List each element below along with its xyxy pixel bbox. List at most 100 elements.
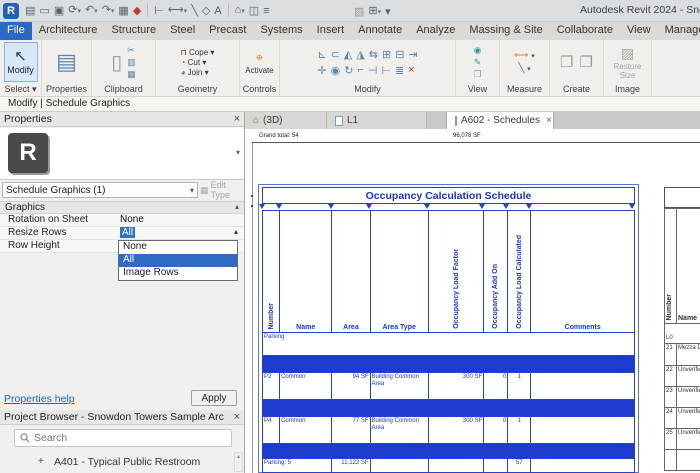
column-grip[interactable] (479, 204, 485, 209)
panel-label-select[interactable]: Select ▾ (0, 84, 41, 96)
view-tab-3d[interactable]: ⌂ (3D) (245, 112, 327, 129)
dropdown-option-all[interactable]: All (119, 254, 237, 267)
close-tab-icon[interactable]: × (546, 115, 552, 126)
col-header-comments[interactable]: Comments (531, 211, 635, 333)
search-box[interactable] (14, 429, 232, 447)
sheet-canvas[interactable]: Grand total: 54 96,078 SF Occupancy Calc… (245, 129, 700, 473)
scale-icon[interactable]: ⊟ (395, 48, 404, 61)
chevron-down-icon[interactable]: ▾ (241, 8, 245, 15)
type-selector[interactable]: Schedule Graphics (1) ▾ (2, 182, 198, 198)
property-row-rotation[interactable]: Rotation on Sheet None (0, 214, 244, 227)
chevron-down-icon[interactable]: ▾ (111, 8, 115, 15)
tab-insert[interactable]: Insert (310, 22, 352, 40)
chevron-down-icon[interactable]: ▾ (77, 8, 81, 15)
print-icon[interactable]: ▦ (118, 3, 128, 19)
right-schedule-title-box[interactable] (664, 187, 700, 208)
transfer-standards-icon[interactable]: ◆ (133, 3, 141, 19)
tag-icon[interactable]: ◇ (202, 3, 210, 19)
text-icon[interactable]: A (214, 3, 221, 19)
properties-help-link[interactable]: Properties help (4, 393, 75, 405)
group-header-row[interactable]: Parking (263, 333, 635, 356)
occupancy-schedule-table[interactable]: Number Name Area Area Type Occupancy Loa… (262, 210, 635, 473)
spline-icon[interactable]: ╲ (191, 3, 198, 19)
save-icon[interactable]: ▣ (54, 3, 64, 19)
scroll-up-icon[interactable]: ▴ (235, 453, 242, 460)
apply-button[interactable]: Apply (191, 390, 237, 406)
tab-manage[interactable]: Manage (658, 22, 700, 40)
cut-button[interactable]: ◔ Cut ▾ (181, 58, 215, 67)
schedule-footer-row[interactable]: Parking: 5 11,122 SF 57 (263, 459, 635, 473)
table-row[interactable]: 25Unverified (665, 429, 700, 450)
measure-icon[interactable]: ⊢ (154, 3, 164, 19)
dropdown-option-image-rows[interactable]: Image Rows (119, 267, 237, 280)
collapse-icon[interactable]: ▴ (235, 202, 239, 213)
tab-file[interactable]: File (0, 22, 32, 40)
tab-steel[interactable]: Steel (163, 22, 202, 40)
close-icon[interactable]: × (234, 113, 240, 125)
selected-row-band[interactable] (263, 356, 635, 373)
copy-element-icon[interactable]: ◉ (331, 64, 341, 77)
chevron-up-icon[interactable]: ▴ (234, 227, 238, 239)
aligned-dimension-icon[interactable]: ⟷▾ (168, 2, 187, 20)
property-row-resize-rows[interactable]: Resize Rows All ▴ (0, 227, 244, 240)
cut-to-clipboard-icon[interactable]: ✂ (127, 45, 136, 56)
table-row[interactable]: P2 Common 94 SF Building Common Area 300… (263, 373, 635, 400)
view-tab-l1[interactable]: L1 (327, 112, 427, 129)
section-header-graphics[interactable]: Graphics ▴ (0, 201, 244, 214)
col-header-occupancy-add-on[interactable]: Occupancy Add On (492, 264, 499, 329)
table-row[interactable]: P4 Common 77 SF Building Common Area 300… (263, 417, 635, 444)
tree-item-a401[interactable]: A401 - Typical Public Restroom (54, 456, 200, 468)
properties-palette-icon[interactable]: ▤ (56, 49, 77, 75)
move-icon[interactable]: ✛ (317, 64, 326, 77)
tab-systems[interactable]: Systems (253, 22, 309, 40)
unpin-icon[interactable]: ≣ (395, 64, 404, 77)
tree-scrollbar[interactable]: ▴ (234, 452, 243, 472)
table-row[interactable] (665, 450, 700, 471)
match-properties-icon[interactable]: ▦ (127, 69, 136, 80)
schedule-handle[interactable] (251, 195, 253, 197)
rotate-icon[interactable]: ↻ (344, 64, 353, 77)
right-schedule-table[interactable]: Number Name L0 21Mezza Dining 22Unverifi… (664, 208, 700, 471)
table-row[interactable]: 22Unverified (665, 366, 700, 387)
mirror-draw-icon[interactable]: ◮ (356, 48, 364, 61)
properties-toggle-icon[interactable]: ▤ (25, 3, 35, 19)
trim-extend-multi-icon[interactable]: ⊢ (381, 64, 391, 77)
chevron-down-icon[interactable]: ▾ (378, 9, 382, 16)
open-icon[interactable]: ▭ (39, 3, 49, 19)
tab-massing-site[interactable]: Massing & Site (462, 22, 549, 40)
redo-icon[interactable]: ↷▾ (102, 2, 115, 20)
column-grip[interactable] (526, 204, 532, 209)
default-3d-view-icon[interactable]: ⌂▾ (235, 2, 245, 20)
delete-icon[interactable]: × (408, 64, 414, 77)
dropdown-option-none[interactable]: None (119, 241, 237, 254)
table-row[interactable]: 21Mezza Dining (665, 344, 700, 366)
schedule-title[interactable]: Occupancy Calculation Schedule (262, 187, 635, 204)
chevron-down-icon[interactable]: ▾ (94, 8, 98, 15)
close-icon[interactable]: × (234, 411, 240, 423)
col-header-number[interactable]: Number (268, 303, 275, 329)
trim-extend-single-icon[interactable]: ⊣ (368, 64, 378, 77)
view-cube-icon[interactable]: ❒ (473, 69, 481, 80)
group-header-row[interactable]: L0 (665, 324, 700, 344)
column-grip[interactable] (328, 204, 334, 209)
col-header-area-type[interactable]: Area Type (370, 211, 428, 333)
column-grip[interactable] (503, 204, 509, 209)
column-grip[interactable] (276, 204, 282, 209)
tab-structure[interactable]: Structure (104, 22, 163, 40)
split-icon[interactable]: ⇆ (369, 48, 378, 61)
search-input[interactable] (34, 432, 204, 444)
align-icon[interactable]: ⊾ (317, 48, 326, 61)
tab-precast[interactable]: Precast (202, 22, 253, 40)
chevron-down-icon[interactable]: ▾ (184, 8, 188, 15)
revit-logo-icon[interactable]: R (3, 3, 19, 19)
selected-row-band[interactable] (263, 444, 635, 459)
resize-rows-value[interactable]: All (120, 227, 135, 238)
measure-between-icon[interactable]: ⟷ ▾ (514, 50, 535, 61)
array-icon[interactable]: ⊞ (382, 48, 391, 61)
graphics-display-icon[interactable]: ✎ (474, 57, 482, 68)
table-row[interactable]: 24Unverified (665, 408, 700, 429)
measure-along-icon[interactable]: ╲ ▾ (518, 63, 530, 74)
tab-collaborate[interactable]: Collaborate (550, 22, 620, 40)
col-header-occupancy-load-calculated[interactable]: Occupancy Load Calculated (516, 235, 523, 329)
copy-icon[interactable]: ▥ (127, 57, 136, 68)
